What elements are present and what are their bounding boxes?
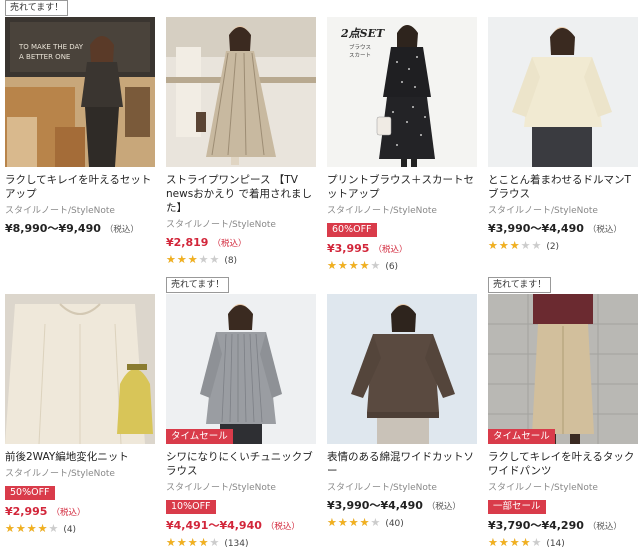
review-count[interactable]: (8) [224, 256, 237, 266]
tax-label: （税込） [104, 225, 139, 235]
product-price: ¥4,491〜¥4,940 [166, 519, 262, 532]
product-brand: スタイルノート/StyleNote [5, 206, 115, 216]
star-rating: ★★★★★★★★★★ [488, 536, 543, 549]
review-count[interactable]: (134) [224, 539, 248, 549]
star-rating: ★★★★★★★★★★ [488, 239, 543, 252]
product-name[interactable]: 前後2WAY編地変化ニット [5, 450, 155, 464]
review-count[interactable]: (40) [385, 519, 403, 529]
photo-wall-text: A BETTER ONE [19, 53, 70, 61]
star-rating-fill: ★★★★★ [327, 517, 371, 529]
product-card[interactable]: 売れてます！ TO MAKE THE DAY A BETTER ONE ラクして… [5, 0, 155, 237]
discount-badge: 60%OFF [327, 223, 377, 237]
product-image[interactable] [488, 17, 638, 167]
product-brand: スタイルノート/StyleNote [488, 483, 598, 493]
discount-badge: 一部セール [488, 500, 546, 514]
product-brand: スタイルノート/StyleNote [327, 206, 437, 216]
product-name[interactable]: ラクしてキレイを叶えるセットアップ [5, 173, 155, 201]
price-row: ¥3,995 （税込） [327, 240, 477, 257]
product-price: ¥3,790〜¥4,290 [488, 519, 584, 532]
price-row: ¥2,819 （税込） [166, 234, 316, 251]
product-brand: スタイルノート/StyleNote [166, 483, 276, 493]
discount-badge: 50%OFF [5, 486, 55, 500]
star-rating-fill: ★★★★★ [488, 537, 532, 549]
photo-wall-text: TO MAKE THE DAY [18, 43, 84, 51]
price-row: ¥3,990〜¥4,490 （税込） [327, 497, 477, 514]
tax-label: （税込） [373, 245, 408, 255]
star-rating-fill: ★★★★★ [166, 537, 210, 549]
bestseller-badge: 売れてます！ [5, 0, 69, 16]
product-image[interactable] [166, 17, 316, 167]
rating: ★★★★★★★★★★(4) [5, 523, 155, 536]
price-row: ¥2,995 （税込） [5, 503, 155, 520]
tax-label: （税込） [587, 225, 622, 235]
bestseller-badge: 売れてます！ [166, 277, 230, 293]
product-image[interactable]: タイムセール [488, 294, 638, 444]
price-row: ¥3,790〜¥4,290 （税込） [488, 517, 638, 534]
rating: ★★★★★★★★★★(2) [488, 240, 638, 253]
rating: ★★★★★★★★★★(40) [327, 517, 477, 530]
product-card[interactable]: 2点SET ブラウス スカート プリントブラウス＋スカートセットアップ スタイル… [327, 17, 477, 273]
price-row: ¥8,990〜¥9,490 （税込） [5, 220, 155, 237]
photo-set-text: 2点SET [340, 27, 385, 40]
product-grid: 売れてます！ TO MAKE THE DAY A BETTER ONE ラクして… [0, 0, 639, 549]
product-image[interactable] [5, 294, 155, 444]
tax-label: （税込） [587, 522, 622, 532]
product-image[interactable]: 2点SET ブラウス スカート [327, 17, 477, 167]
tax-label: （税込） [212, 239, 247, 249]
time-sale-badge: タイムセール [166, 429, 233, 444]
product-image[interactable]: TO MAKE THE DAY A BETTER ONE [5, 17, 155, 167]
product-brand: スタイルノート/StyleNote [488, 206, 598, 216]
price-row: ¥4,491〜¥4,940 （税込） [166, 517, 316, 534]
star-rating: ★★★★★★★★★★ [5, 522, 60, 535]
product-price: ¥2,819 [166, 236, 209, 249]
star-rating: ★★★★★★★★★★ [166, 536, 221, 549]
tax-label: （税込） [426, 502, 461, 512]
product-card[interactable]: 売れてます！ タイムセール シワになりにくいチュニックブラウス スタイルノート/… [166, 277, 316, 550]
product-image[interactable] [327, 294, 477, 444]
discount-badge: 10%OFF [166, 500, 216, 514]
product-name[interactable]: ストライプワンピース 【TV newsおかえり で着用されました】 [166, 173, 316, 215]
product-card[interactable]: 表情のある綿混ワイドカットソー スタイルノート/StyleNote ¥3,990… [327, 294, 477, 530]
product-card[interactable]: ストライプワンピース 【TV newsおかえり で着用されました】 スタイルノー… [166, 17, 316, 267]
star-rating: ★★★★★★★★★★ [327, 516, 382, 529]
price-row: ¥3,990〜¥4,490 （税込） [488, 220, 638, 237]
product-card[interactable]: 売れてます！ タイムセール ラクしてキレイを叶えるタックワイドパンツ スタイルノ… [488, 277, 638, 550]
star-rating: ★★★★★★★★★★ [166, 253, 221, 266]
product-card[interactable]: とことん着まわせるドルマンTブラウス スタイルノート/StyleNote ¥3,… [488, 17, 638, 253]
rating: ★★★★★★★★★★(8) [166, 254, 316, 267]
time-sale-badge: タイムセール [488, 429, 555, 444]
product-price: ¥3,990〜¥4,490 [488, 222, 584, 235]
review-count[interactable]: (2) [546, 242, 559, 252]
product-price: ¥3,990〜¥4,490 [327, 499, 423, 512]
product-card[interactable]: 前後2WAY編地変化ニット スタイルノート/StyleNote 50%OFF ¥… [5, 294, 155, 536]
product-price: ¥3,995 [327, 242, 370, 255]
product-price: ¥8,990〜¥9,490 [5, 222, 101, 235]
star-rating-fill: ★★★★★ [327, 260, 371, 272]
review-count[interactable]: (6) [385, 262, 398, 272]
product-name[interactable]: プリントブラウス＋スカートセットアップ [327, 173, 477, 201]
review-count[interactable]: (14) [546, 539, 564, 549]
product-price: ¥2,995 [5, 505, 48, 518]
product-name[interactable]: とことん着まわせるドルマンTブラウス [488, 173, 638, 201]
product-brand: スタイルノート/StyleNote [166, 220, 276, 230]
photo-set-text: ブラウス [349, 43, 371, 51]
rating: ★★★★★★★★★★(6) [327, 260, 477, 273]
star-rating-fill: ★★★★★ [5, 523, 49, 535]
tax-label: （税込） [265, 522, 300, 532]
product-brand: スタイルノート/StyleNote [5, 469, 115, 479]
product-name[interactable]: 表情のある綿混ワイドカットソー [327, 450, 477, 478]
tax-label: （税込） [51, 508, 86, 518]
product-name[interactable]: ラクしてキレイを叶えるタックワイドパンツ [488, 450, 638, 478]
product-brand: スタイルノート/StyleNote [327, 483, 437, 493]
review-count[interactable]: (4) [63, 525, 76, 535]
rating: ★★★★★★★★★★(14) [488, 537, 638, 550]
product-image[interactable]: タイムセール [166, 294, 316, 444]
bestseller-badge: 売れてます！ [488, 277, 552, 293]
product-name[interactable]: シワになりにくいチュニックブラウス [166, 450, 316, 478]
photo-set-text: スカート [349, 52, 371, 59]
star-rating-fill: ★★★★★ [488, 240, 521, 252]
star-rating: ★★★★★★★★★★ [327, 259, 382, 272]
rating: ★★★★★★★★★★(134) [166, 537, 316, 550]
star-rating-fill: ★★★★★ [166, 254, 199, 266]
